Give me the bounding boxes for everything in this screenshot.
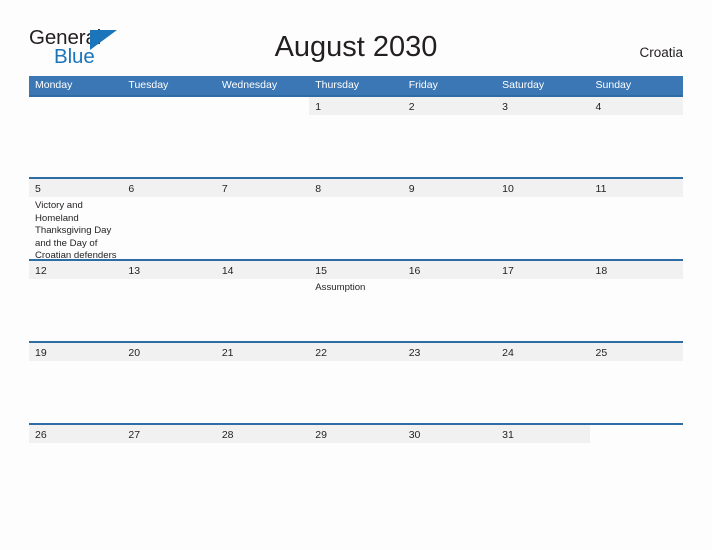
- day-number: 16: [408, 265, 421, 277]
- day-cell[interactable]: 27: [122, 425, 216, 443]
- day-cell[interactable]: 10: [496, 179, 590, 259]
- day-event-label: Victory and Homeland Thanksgiving Day an…: [35, 200, 117, 259]
- day-number: 2: [408, 101, 415, 113]
- day-cell-empty: [216, 97, 309, 177]
- weekday-header-thursday: Thursday: [315, 79, 360, 91]
- day-cell[interactable]: 14: [215, 261, 310, 341]
- weekday-header-wednesday: Wednesday: [221, 79, 278, 91]
- week-row: 1 2 3 4: [29, 95, 683, 177]
- day-event-label: Assumption: [315, 282, 366, 293]
- day-number: 30: [408, 429, 421, 441]
- week-row: 19 20 21 22 23 24 25: [29, 341, 683, 423]
- day-number: 23: [408, 347, 421, 359]
- day-cell[interactable]: 8: [309, 179, 403, 259]
- day-number: 31: [502, 429, 514, 441]
- day-number: 8: [315, 183, 322, 195]
- weekday-header-friday: Friday: [408, 79, 438, 91]
- day-number: [596, 428, 678, 443]
- day-number: 20: [128, 347, 141, 359]
- day-cell[interactable]: 23: [402, 343, 497, 423]
- day-number: 3: [502, 101, 508, 113]
- day-cell[interactable]: 21: [215, 343, 310, 423]
- day-number: [128, 100, 210, 115]
- day-cell[interactable]: 11: [589, 179, 683, 259]
- weekday-header-saturday: Saturday: [502, 79, 545, 91]
- day-number: 13: [128, 265, 141, 277]
- day-number: 21: [221, 347, 234, 359]
- day-cell[interactable]: 13: [122, 261, 216, 341]
- country-label: Croatia: [639, 45, 683, 60]
- day-cell[interactable]: 16: [402, 261, 497, 341]
- day-cell[interactable]: 26: [29, 425, 123, 443]
- day-number: 17: [502, 265, 514, 277]
- weekday-header-monday: Monday: [35, 79, 73, 91]
- day-number: 28: [221, 429, 234, 441]
- day-cell[interactable]: 29: [309, 425, 403, 443]
- day-number: [35, 100, 117, 115]
- day-cell[interactable]: 17: [496, 261, 590, 341]
- day-cell[interactable]: 5 Victory and Homeland Thanksgiving Day a…: [29, 179, 123, 259]
- day-number: 4: [595, 101, 602, 113]
- day-cell[interactable]: 31: [496, 425, 590, 443]
- day-cell[interactable]: 25: [589, 343, 683, 423]
- day-number: 11: [595, 183, 607, 195]
- week-row: 5 Victory and Homeland Thanksgiving Day a…: [29, 177, 683, 259]
- week-row: 12 13 14 15 Assumption 16 17 18: [29, 259, 683, 341]
- day-number: 27: [128, 429, 141, 441]
- day-cell-empty: [122, 97, 215, 177]
- day-cell[interactable]: 22: [309, 343, 403, 423]
- day-cell[interactable]: 24: [496, 343, 590, 423]
- day-number: 7: [221, 183, 228, 195]
- day-cell[interactable]: 7: [215, 179, 310, 259]
- day-number: 24: [502, 347, 514, 359]
- day-cell[interactable]: 18: [589, 261, 683, 341]
- day-number: 9: [408, 183, 415, 195]
- day-cell-empty: [590, 425, 683, 443]
- day-cell[interactable]: 20: [122, 343, 216, 423]
- day-number: [222, 100, 304, 115]
- day-number: 29: [315, 429, 327, 441]
- brand-name-blue: Blue: [54, 45, 95, 68]
- day-cell-empty: [29, 97, 122, 177]
- calendar-body: 1 2 3 4 5 Victory and Homeland Thanksgiving D…: [29, 95, 683, 443]
- day-number: 19: [35, 347, 47, 359]
- day-number: 5: [35, 183, 41, 195]
- day-number: 15: [315, 265, 327, 277]
- day-number: 25: [595, 347, 608, 359]
- day-number: 18: [595, 265, 608, 277]
- day-cell[interactable]: 4: [589, 97, 683, 177]
- weekday-header-tuesday: Tuesday: [128, 79, 169, 91]
- day-cell[interactable]: 3: [496, 97, 590, 177]
- day-cell[interactable]: 9: [402, 179, 497, 259]
- day-cell[interactable]: 28: [215, 425, 310, 443]
- day-number: 6: [128, 183, 135, 195]
- day-cell[interactable]: 19: [29, 343, 123, 423]
- weekday-header-row: Monday Tuesday Wednesday Thursday Friday Satu…: [29, 76, 683, 95]
- day-cell[interactable]: 30: [402, 425, 497, 443]
- page-header: General Blue August 2030 Croatia: [0, 0, 712, 72]
- day-cell[interactable]: 2: [402, 97, 497, 177]
- weekday-header-sunday: Sunday: [595, 79, 632, 91]
- day-number: 26: [35, 429, 47, 441]
- day-cell[interactable]: 6: [122, 179, 216, 259]
- week-row: 26 27 28 29 30 31: [29, 423, 683, 443]
- page-title: August 2030: [274, 31, 438, 63]
- day-number: 14: [221, 265, 234, 277]
- calendar-grid: Monday Tuesday Wednesday Thursday Friday Satu…: [29, 76, 683, 443]
- day-number: 12: [35, 265, 47, 277]
- day-number: 1: [315, 101, 322, 113]
- day-number: 22: [315, 347, 327, 359]
- day-cell[interactable]: 1: [309, 97, 403, 177]
- day-cell[interactable]: 12: [29, 261, 123, 341]
- day-number: 10: [502, 183, 514, 195]
- day-cell[interactable]: 15 Assumption: [309, 261, 403, 341]
